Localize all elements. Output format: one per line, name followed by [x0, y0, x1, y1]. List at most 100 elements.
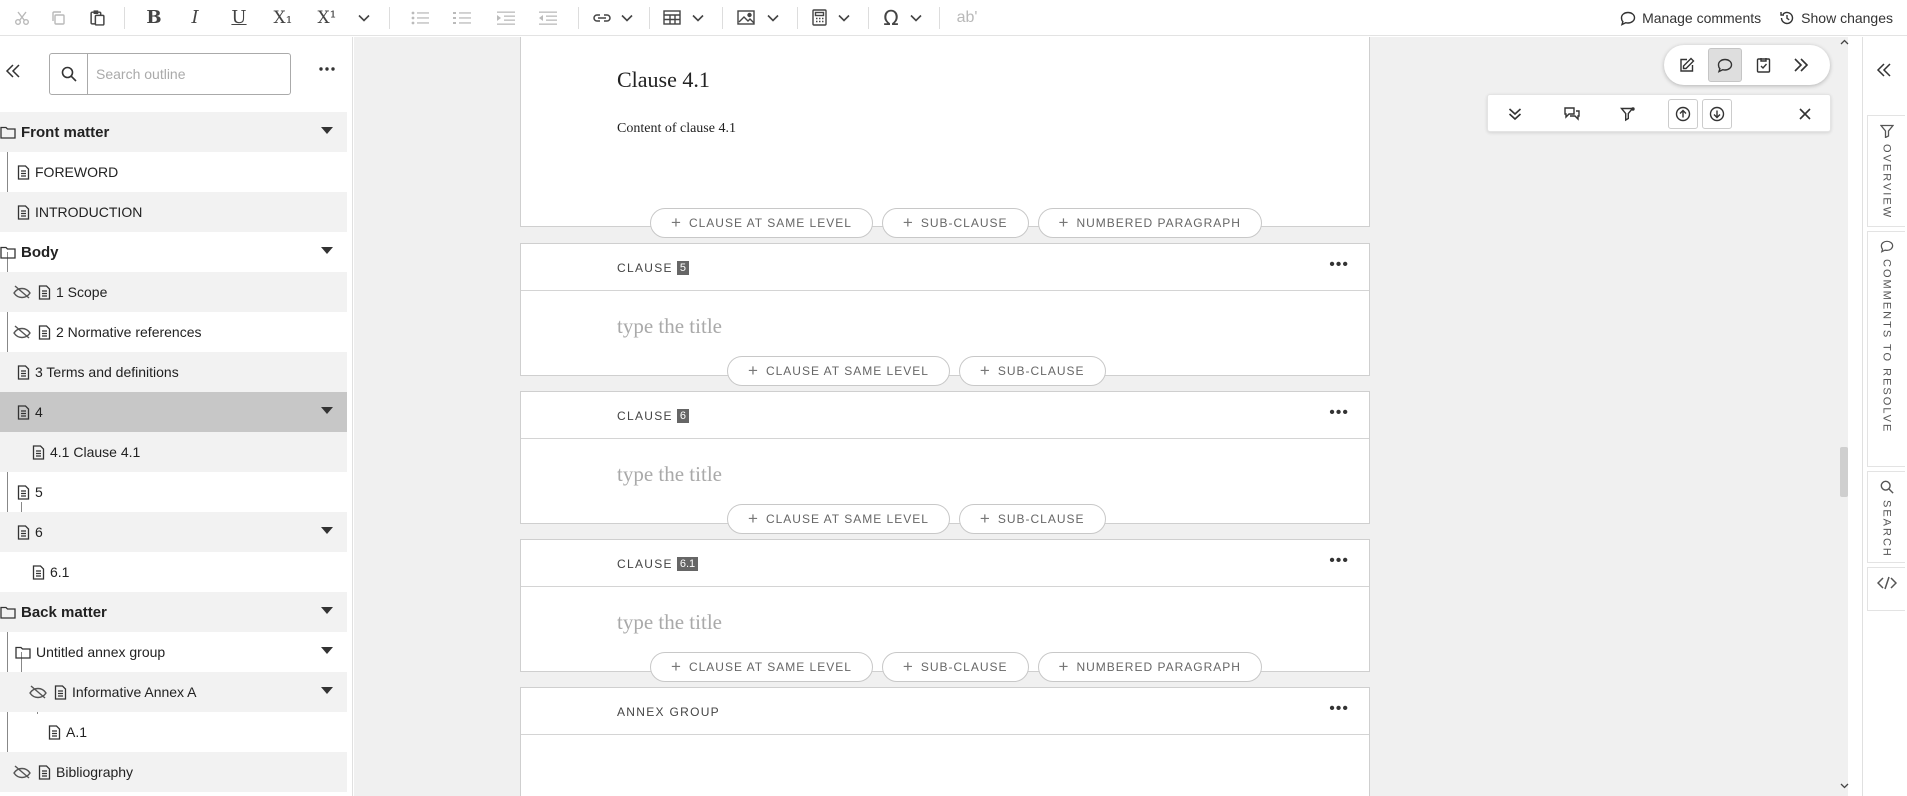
cut-icon[interactable] [8, 0, 36, 36]
add-numbered-paragraph-button[interactable]: + NUMBERED PARAGRAPH [1037, 652, 1262, 682]
outline-section-back-matter[interactable]: Back matter [0, 592, 347, 632]
link-icon[interactable] [589, 0, 615, 36]
clause-content[interactable]: Content of clause 4.1 [617, 121, 736, 137]
chevron-down-icon[interactable] [759, 0, 787, 36]
caret-down-icon[interactable] [321, 607, 333, 614]
subscript-button[interactable]: X₁ [261, 0, 305, 36]
clause-number-badge: 6 [676, 409, 689, 423]
comments-filter-icon[interactable] [1556, 99, 1586, 129]
table-icon[interactable] [660, 0, 684, 36]
review-icon[interactable] [1746, 48, 1780, 82]
manage-comments-label: Manage comments [1642, 10, 1762, 26]
expand-all-icon[interactable] [1500, 99, 1530, 129]
outline-item-bibliography[interactable]: Bibliography [0, 752, 347, 792]
calculator-icon[interactable] [808, 0, 830, 36]
annex-group-kind: ANNEX GROUP [617, 705, 720, 719]
chevron-down-icon[interactable] [684, 0, 712, 36]
more-options-icon[interactable]: ••• [1329, 552, 1349, 570]
indent-decrease-icon[interactable] [528, 0, 568, 36]
chevron-down-icon[interactable] [615, 0, 639, 36]
previous-comment-icon[interactable] [1668, 99, 1698, 129]
edit-icon[interactable] [1670, 48, 1704, 82]
clause-4-1-card: Clause 4.1 Content of clause 4.1 [520, 37, 1370, 227]
search-tab[interactable]: SEARCH [1867, 471, 1905, 563]
chevron-down-icon[interactable] [349, 0, 379, 36]
outline-section-body[interactable]: Body [0, 232, 347, 272]
outline-item-clause-6[interactable]: 6 [0, 512, 347, 552]
outline-item-annex-a-1[interactable]: A.1 [0, 712, 347, 752]
add-clause-same-level-button[interactable]: + CLAUSE AT SAME LEVEL [650, 652, 873, 682]
caret-down-icon[interactable] [321, 127, 333, 134]
overview-tab[interactable]: OVERVIEW [1867, 115, 1905, 227]
next-comment-icon[interactable] [1702, 99, 1732, 129]
outline-item-terms[interactable]: 3 Terms and definitions [0, 352, 347, 392]
outline-item-clause-6-1[interactable]: 6.1 [0, 552, 347, 592]
caret-down-icon[interactable] [321, 527, 333, 534]
search-outline-input[interactable] [88, 66, 278, 82]
expand-right-icon[interactable] [1784, 48, 1818, 82]
indent-increase-icon[interactable] [484, 0, 528, 36]
image-icon[interactable] [733, 0, 759, 36]
outline-item-introduction[interactable]: INTRODUCTION [0, 192, 347, 232]
expand-panel-icon[interactable] [1876, 63, 1892, 77]
italic-button[interactable]: I [173, 0, 217, 36]
add-buttons-row: + CLAUSE AT SAME LEVEL + SUB-CLAUSE [727, 356, 1106, 386]
outline-item-normative-references[interactable]: 2 Normative references [0, 312, 347, 352]
chevron-down-icon[interactable] [903, 0, 929, 36]
outline-item-clause-4[interactable]: 4 [0, 392, 347, 432]
outline-item-scope[interactable]: 1 Scope [0, 272, 347, 312]
spellcheck-button[interactable]: ab' [950, 0, 984, 36]
comment-mode-icon[interactable] [1708, 48, 1742, 82]
scroll-down-icon[interactable] [1840, 783, 1849, 789]
bulleted-list-icon[interactable] [400, 0, 440, 36]
add-clause-same-level-button[interactable]: + CLAUSE AT SAME LEVEL [727, 504, 950, 534]
superscript-button[interactable]: X¹ [305, 0, 349, 36]
caret-down-icon[interactable] [321, 647, 333, 654]
scroll-up-icon[interactable] [1840, 39, 1849, 45]
outline-item-foreword[interactable]: FOREWORD [0, 152, 347, 192]
comments-to-resolve-tab[interactable]: COMMENTS TO RESOLVE [1867, 231, 1905, 467]
chevron-down-icon[interactable] [830, 0, 858, 36]
add-sub-clause-button[interactable]: + SUB-CLAUSE [881, 208, 1029, 238]
outline-item-clause-5[interactable]: 5 [0, 472, 347, 512]
add-clause-same-level-button[interactable]: + CLAUSE AT SAME LEVEL [727, 356, 950, 386]
add-clause-same-level-button[interactable]: + CLAUSE AT SAME LEVEL [650, 208, 873, 238]
show-changes-button[interactable]: Show changes [1779, 10, 1893, 26]
title-placeholder[interactable]: type the title [617, 314, 722, 339]
title-placeholder[interactable]: type the title [617, 462, 722, 487]
title-placeholder[interactable]: type the title [617, 610, 722, 635]
document-icon [38, 284, 51, 300]
caret-down-icon[interactable] [321, 687, 333, 694]
button-label: NUMBERED PARAGRAPH [1076, 660, 1241, 674]
editor-scrollbar[interactable] [1838, 37, 1850, 796]
paste-icon[interactable] [80, 0, 114, 36]
outline-item-annex-a[interactable]: Informative Annex A [0, 672, 347, 712]
source-code-tab[interactable] [1867, 567, 1905, 611]
collapse-panel-icon[interactable] [4, 63, 24, 83]
add-sub-clause-button[interactable]: + SUB-CLAUSE [881, 652, 1029, 682]
outline-section-front-matter[interactable]: Front matter [0, 112, 347, 152]
add-sub-clause-button[interactable]: + SUB-CLAUSE [958, 356, 1106, 386]
more-options-icon[interactable]: ••• [1329, 256, 1349, 274]
filter-icon[interactable] [1613, 99, 1643, 129]
underline-button[interactable]: U [217, 0, 261, 36]
scrollbar-thumb[interactable] [1840, 447, 1848, 497]
search-icon [50, 54, 88, 94]
bold-button[interactable]: B [135, 0, 173, 36]
manage-comments-button[interactable]: Manage comments [1620, 10, 1761, 26]
more-options-icon[interactable]: ••• [1329, 404, 1349, 422]
more-options-icon[interactable]: ••• [1329, 700, 1349, 718]
caret-down-icon[interactable] [321, 407, 333, 414]
clause-title[interactable]: Clause 4.1 [617, 67, 710, 93]
add-sub-clause-button[interactable]: + SUB-CLAUSE [958, 504, 1106, 534]
close-icon[interactable] [1790, 99, 1820, 129]
add-numbered-paragraph-button[interactable]: + NUMBERED PARAGRAPH [1037, 208, 1262, 238]
caret-down-icon[interactable] [321, 247, 333, 254]
outline-item-annex-group[interactable]: Untitled annex group [0, 632, 347, 672]
outline-search [49, 53, 291, 95]
special-character-icon[interactable]: Ω [879, 0, 903, 36]
numbered-list-icon[interactable] [440, 0, 484, 36]
more-options-icon[interactable] [318, 66, 336, 84]
copy-icon[interactable] [36, 0, 80, 36]
outline-item-clause-4-1[interactable]: 4.1 Clause 4.1 [0, 432, 347, 472]
